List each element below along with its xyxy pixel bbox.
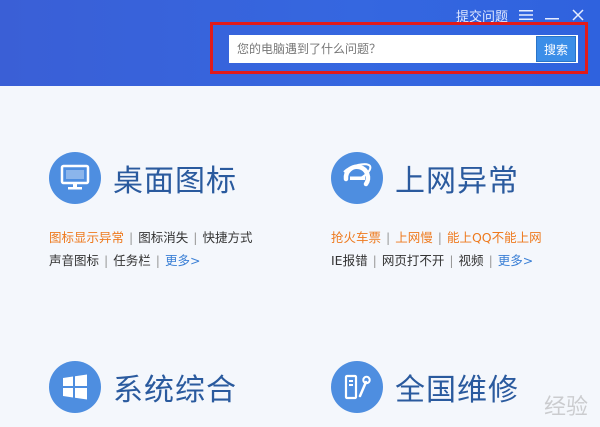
link-taskbar[interactable]: 任务栏: [113, 253, 151, 268]
separator: |: [129, 230, 134, 245]
watermark: 经验: [543, 395, 588, 420]
card-header[interactable]: 系统综合: [49, 360, 309, 414]
windows-logo-icon: [49, 361, 101, 413]
card-header[interactable]: 上网异常: [331, 151, 591, 205]
link-shortcut[interactable]: 快捷方式: [202, 230, 252, 245]
ie-browser-icon: [331, 152, 383, 204]
link-qq-but-no-internet[interactable]: 能上QQ不能上网: [447, 230, 542, 245]
link-video[interactable]: 视频: [459, 253, 484, 268]
card-title: 系统综合: [113, 373, 237, 408]
link-more[interactable]: 更多>: [498, 253, 533, 268]
separator: |: [386, 230, 391, 245]
card-system-general: 系统综合: [49, 360, 309, 414]
link-ie-error[interactable]: IE报错: [331, 253, 368, 268]
link-more[interactable]: 更多>: [165, 253, 200, 268]
link-sound-icon[interactable]: 声音图标: [49, 253, 99, 268]
separator: |: [449, 253, 454, 268]
card-links: 抢火车票 | 上网慢 | 能上QQ不能上网 IE报错 | 网页打不开 | 视频 | 更多>: [331, 226, 591, 272]
search-button[interactable]: 搜索: [536, 36, 576, 62]
separator: |: [372, 253, 377, 268]
close-icon[interactable]: [570, 7, 586, 23]
link-icon-display-error[interactable]: 图标显示异常: [49, 230, 124, 245]
separator: |: [437, 230, 442, 245]
link-icon-missing[interactable]: 图标消失: [138, 230, 188, 245]
card-header[interactable]: 桌面图标: [49, 151, 309, 205]
menu-icon[interactable]: [518, 7, 534, 23]
card-title: 桌面图标: [113, 164, 237, 199]
separator: |: [488, 253, 493, 268]
monitor-icon: [49, 152, 101, 204]
separator: |: [155, 253, 160, 268]
search-bar: 搜索: [229, 35, 578, 63]
card-title: 上网异常: [395, 164, 519, 199]
main-content: 桌面图标 图标显示异常 | 图标消失 | 快捷方式 声音图标 | 任务栏 | 更多> 上网异常: [0, 86, 600, 427]
search-input[interactable]: [229, 35, 536, 63]
link-slow-internet[interactable]: 上网慢: [395, 230, 433, 245]
minimize-icon[interactable]: [544, 7, 560, 23]
link-page-wont-open[interactable]: 网页打不开: [382, 253, 445, 268]
link-train-tickets[interactable]: 抢火车票: [331, 230, 381, 245]
top-header-bar: 提交问题 搜索: [0, 0, 600, 86]
card-links: 图标显示异常 | 图标消失 | 快捷方式 声音图标 | 任务栏 | 更多>: [49, 226, 309, 272]
card-title: 全国维修: [395, 373, 519, 408]
separator: |: [193, 230, 198, 245]
separator: |: [104, 253, 109, 268]
repair-tools-icon: [331, 361, 383, 413]
card-desktop-icons: 桌面图标 图标显示异常 | 图标消失 | 快捷方式 声音图标 | 任务栏 | 更多>: [49, 151, 309, 272]
card-internet-issues: 上网异常 抢火车票 | 上网慢 | 能上QQ不能上网 IE报错 | 网页打不开 | 视频 | 更多>: [331, 151, 591, 272]
